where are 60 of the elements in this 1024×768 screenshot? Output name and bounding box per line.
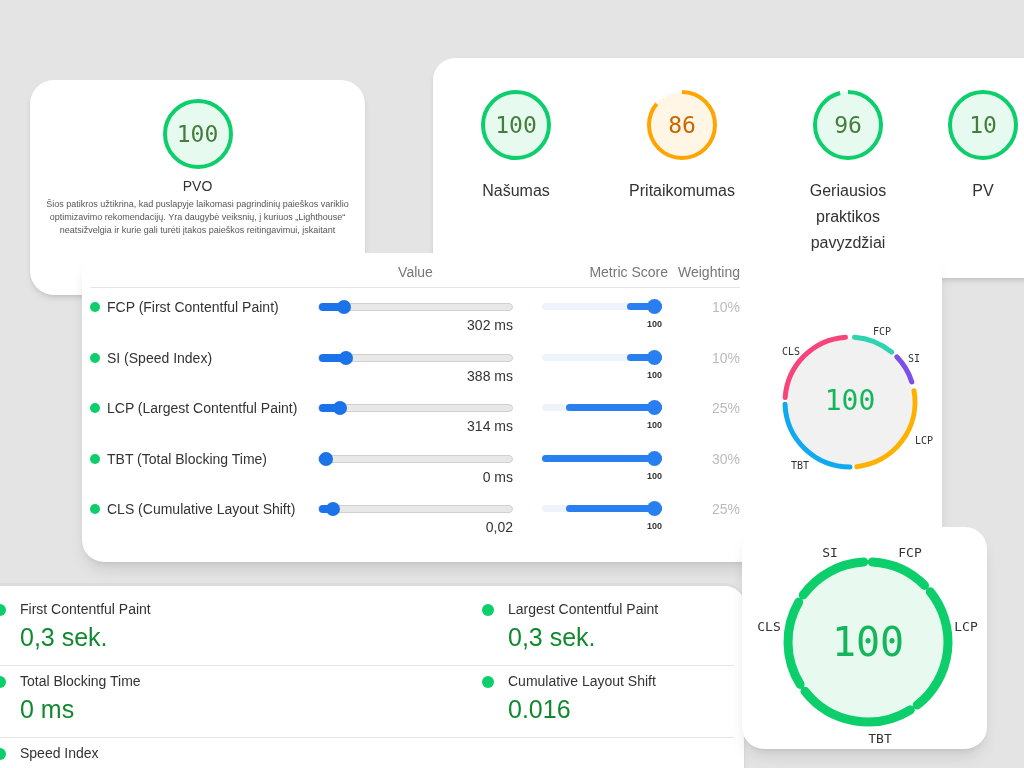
gauge-label: FCP [872,324,892,339]
metric-value: 302 ms [467,316,513,334]
score-value: 100 [646,318,662,331]
column-header: Weighting [677,263,740,282]
gauge-label: FCP [898,544,922,563]
metric-weighting: 25% [710,399,740,418]
gauge-score: 100 [823,384,877,418]
metric-weighting: 25% [710,500,740,519]
score-value: 100 [176,121,219,147]
metric-label: Cumulative Layout Shift [508,672,656,690]
gauge-label: LCP [914,433,934,448]
value-slider[interactable] [318,454,513,463]
category-title: PVO [182,177,213,195]
gauge-label: CLS [781,344,801,359]
value-slider[interactable] [318,404,513,412]
value-slider[interactable] [318,353,513,362]
category-label[interactable]: Geriausios praktikos pavyzdžiai [788,178,908,256]
metric-label: Speed Index [20,744,99,762]
metric-weighting: 10% [710,298,740,317]
value-slider[interactable] [318,505,513,513]
score-value: 86 [668,112,696,138]
category-label[interactable]: Pritaikomumas [629,178,735,204]
metric-label: Largest Contentful Paint [508,600,659,618]
metric-value: 0 ms [20,694,76,724]
metric-name: CLS (Cumulative Layout Shift) [107,500,296,518]
gauge-label: TBT [790,458,810,473]
gauge-score: 100 [830,618,906,666]
metric-name: LCP (Largest Contentful Paint) [107,399,298,417]
score-value: 96 [834,112,862,138]
metric-value: 314 ms [467,417,513,435]
score-value: 100 [646,419,662,432]
metric-name: SI (Speed Index) [107,348,213,367]
category-label[interactable]: PV [972,178,994,204]
gauge-label: SI [822,544,838,563]
column-header: Metric Score [588,263,668,282]
metric-weighting: 30% [710,449,740,469]
gauge-label: SI [908,351,920,366]
score-value: 10 [969,112,997,138]
category-label[interactable]: Našumas [482,178,550,204]
metric-label: First Contentful Paint [20,600,151,618]
gauge-label: TBT [868,730,892,749]
category-description: Šios patikros užtikrina, kad puslapyje laikomasi pagrindinių paieškos variklio optimizavimo rekomendacijų. Yra daugybė veiksnių, į kuriuos „Lighthouse“ neatsižvelgia ir kurie gali turėti įtakos paieškos reitingavimui, įskaitant [45,198,350,237]
value-slider[interactable] [318,303,513,311]
metric-value: 0 ms [482,467,513,486]
metric-name: FCP (First Contentful Paint) [107,298,279,316]
score-value: 100 [646,368,662,382]
score-value: 100 [646,520,662,533]
column-header: Value [397,263,434,282]
metric-value: 0,3 sek. [508,622,597,652]
metric-value: 0,02 [485,518,513,536]
metric-name: TBT (Total Blocking Time) [107,449,267,468]
metric-label: Total Blocking Time [20,672,141,690]
score-value: 100 [495,112,537,138]
metric-value: 388 ms [467,366,513,385]
score-value: 100 [646,469,662,483]
metric-value: 0.016 [508,694,572,724]
metric-weighting: 10% [710,348,740,368]
gauge-label: LCP [954,618,978,637]
metric-value: 0,3 sek. [20,622,109,652]
gauge-label: CLS [757,618,781,637]
